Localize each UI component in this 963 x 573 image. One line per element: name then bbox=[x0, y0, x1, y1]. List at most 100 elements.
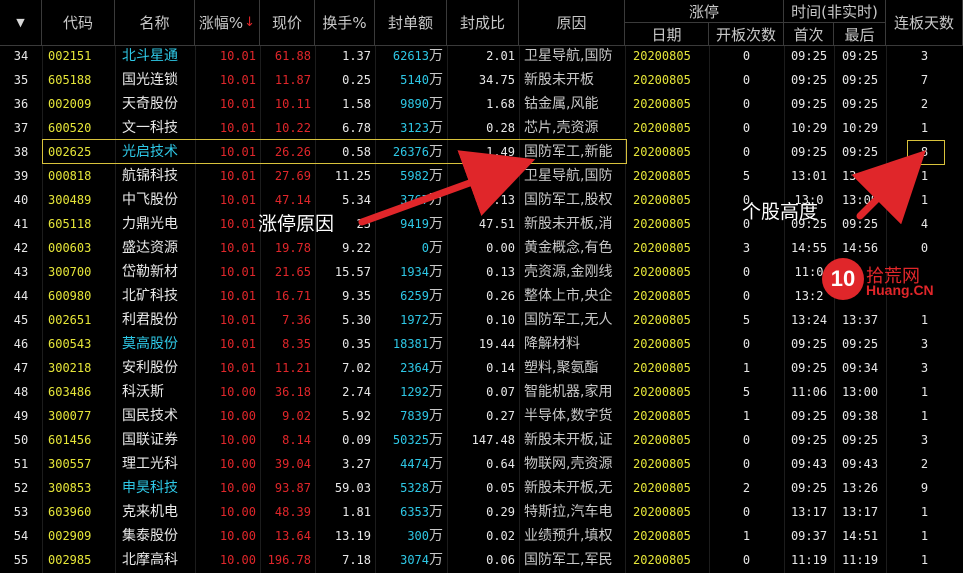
cell-last: 13:26 bbox=[841, 481, 879, 495]
header-first-time[interactable]: 首次 bbox=[784, 23, 834, 46]
cell-reason: 新股未开板,证 bbox=[524, 432, 613, 448]
table-row[interactable]: 39 000818 航锦科技 10.01 27.69 11.25 5982万 0.0 卫星导航,… bbox=[0, 164, 963, 188]
table-row[interactable]: 40 300489 中飞股份 10.01 47.14 5.34 3767万 0.13 国防军工,… bbox=[0, 188, 963, 212]
cell-pct: 10.01 bbox=[219, 121, 256, 135]
cell-idx: 37 bbox=[13, 121, 29, 135]
table-row[interactable]: 49 300077 国民技术 10.00 9.02 5.92 7839万 0.27 半导体,数字… bbox=[0, 404, 963, 428]
watermark-en-text: Huang.CN bbox=[866, 282, 934, 298]
cell-code: 300077 bbox=[48, 409, 92, 423]
table-row[interactable]: 48 603486 科沃斯 10.00 36.18 2.74 1292万 0.07 智能机器,家… bbox=[0, 380, 963, 404]
cell-pct: 10.01 bbox=[219, 217, 256, 231]
reason-annotation-label: 涨停原因 bbox=[258, 213, 335, 235]
cell-ratio: 0.05 bbox=[486, 481, 515, 495]
cell-last: 13:37 bbox=[841, 313, 879, 327]
table-row[interactable]: 47 300218 安利股份 10.01 11.21 7.02 2364万 0.14 塑料,聚氨… bbox=[0, 356, 963, 380]
header-code[interactable]: 代码 bbox=[42, 0, 115, 46]
cell-opens: 1 bbox=[742, 409, 751, 423]
cell-ratio: 0.00 bbox=[486, 241, 515, 255]
cell-last: 13:00 bbox=[841, 385, 879, 399]
header-name[interactable]: 名称 bbox=[115, 0, 195, 46]
table-row[interactable]: 34 002151 北斗星通 10.01 61.88 1.37 62613万 2.01 卫星导航… bbox=[0, 44, 963, 68]
table-row[interactable]: 50 601456 国联证券 10.00 8.14 0.09 50325万 147.48 新股未… bbox=[0, 428, 963, 452]
table-row[interactable]: 35 605188 国光连锁 10.01 11.87 0.25 5140万 34.75 新股未开… bbox=[0, 68, 963, 92]
cell-name: 航锦科技 bbox=[122, 168, 178, 184]
header-price[interactable]: 现价 bbox=[260, 0, 315, 46]
cell-date: 20200805 bbox=[633, 313, 691, 327]
cell-name: 北摩高科 bbox=[122, 552, 178, 568]
unit-wan: 万 bbox=[429, 552, 443, 568]
cell-opens: 0 bbox=[742, 265, 751, 279]
cell-opens: 0 bbox=[742, 49, 751, 63]
cell-seal: 5328万 bbox=[400, 480, 443, 496]
sort-desc-icon: ↓ bbox=[244, 15, 256, 30]
column-separator bbox=[834, 46, 835, 573]
cell-code: 300853 bbox=[48, 481, 92, 495]
header-turnover[interactable]: 换手% bbox=[315, 0, 375, 46]
cell-opens: 0 bbox=[742, 73, 751, 87]
cell-code: 601456 bbox=[48, 433, 92, 447]
cell-reason: 新股未开板,消 bbox=[524, 216, 613, 232]
table-row[interactable]: 53 603960 克来机电 10.00 48.39 1.81 6353万 0.29 特斯拉,汽… bbox=[0, 500, 963, 524]
table-row[interactable]: 42 000603 盛达资源 10.01 19.78 9.22 0万 0.00 黄金概念,有色 2… bbox=[0, 236, 963, 260]
header-pct-sorted[interactable]: 涨幅% ↓ bbox=[195, 0, 260, 46]
table-row[interactable]: 45 002651 利君股份 10.01 7.36 5.30 1972万 0.10 国防军工,无… bbox=[0, 308, 963, 332]
cell-ratio: 147.48 bbox=[471, 433, 515, 447]
cell-seal: 6353万 bbox=[400, 504, 443, 520]
cell-seal: 9890万 bbox=[400, 96, 443, 112]
unit-wan: 万 bbox=[429, 360, 443, 376]
cell-first: 09:25 bbox=[790, 49, 828, 63]
table-row[interactable]: 54 002909 集泰股份 10.00 13.64 13.19 300万 0.02 业绩预升,… bbox=[0, 524, 963, 548]
column-separator bbox=[375, 46, 376, 573]
cell-name: 集泰股份 bbox=[122, 528, 178, 544]
column-separator bbox=[709, 46, 710, 573]
cell-pct: 10.01 bbox=[219, 313, 256, 327]
cell-seal: 50325万 bbox=[392, 432, 443, 448]
table-row[interactable]: 37 600520 文一科技 10.01 10.22 6.78 3123万 0.28 芯片,壳资… bbox=[0, 116, 963, 140]
cell-ratio: 0.27 bbox=[486, 409, 515, 423]
header-seal-amount[interactable]: 封单额 bbox=[375, 0, 447, 46]
unit-wan: 万 bbox=[429, 288, 443, 304]
table-row[interactable]: 41 605118 力鼎光电 10.01 25 9419万 47.51 新股未开板,消 2020… bbox=[0, 212, 963, 236]
table-row[interactable]: 51 300557 理工光科 10.00 39.04 3.27 4474万 0.64 物联网,壳… bbox=[0, 452, 963, 476]
table-row[interactable]: 43 300700 岱勒新材 10.01 21.65 15.57 1934万 0.13 壳资源,… bbox=[0, 260, 963, 284]
cell-streak: 7 bbox=[920, 73, 929, 87]
header-limit-up-group[interactable]: 涨停 bbox=[625, 0, 784, 23]
cell-turnover: 7.18 bbox=[342, 553, 371, 567]
cell-code: 603960 bbox=[48, 505, 92, 519]
cell-reason: 卫星导航,国防 bbox=[524, 168, 613, 184]
cell-code: 000603 bbox=[48, 241, 92, 255]
header-streak[interactable]: 连板天数 bbox=[886, 0, 963, 46]
cell-seal: 6259万 bbox=[400, 288, 443, 304]
table-row[interactable]: 36 002009 天奇股份 10.01 10.11 1.58 9890万 1.68 钴金属,风… bbox=[0, 92, 963, 116]
cell-reason: 卫星导航,国防 bbox=[524, 48, 613, 64]
table-row[interactable]: 55 002985 北摩高科 10.00 196.78 7.18 3074万 0.06 国防军工… bbox=[0, 548, 963, 572]
cell-first: 11:19 bbox=[790, 553, 828, 567]
header-date[interactable]: 日期 bbox=[625, 23, 709, 46]
table-row[interactable]: 52 300853 申昊科技 10.00 93.87 59.03 5328万 0.05 新股未开… bbox=[0, 476, 963, 500]
header-seal-ratio[interactable]: 封成比 bbox=[447, 0, 519, 46]
column-menu-button[interactable]: ▼ bbox=[0, 0, 42, 46]
cell-idx: 44 bbox=[13, 289, 29, 303]
header-reason[interactable]: 原因 bbox=[519, 0, 625, 46]
cell-opens: 0 bbox=[742, 145, 751, 159]
header-open-count[interactable]: 开板次数 bbox=[709, 23, 784, 46]
cell-ratio: 0.13 bbox=[486, 193, 515, 207]
header-time-group[interactable]: 时间(非实时) bbox=[784, 0, 886, 23]
streak-highlight-box bbox=[907, 140, 945, 165]
cell-date: 20200805 bbox=[633, 505, 691, 519]
cell-code: 300700 bbox=[48, 265, 92, 279]
cell-seal: 1934万 bbox=[400, 264, 443, 280]
cell-turnover: 5.92 bbox=[342, 409, 371, 423]
table-row[interactable]: 46 600543 莫高股份 10.01 8.35 0.35 18381万 19.44 降解材料… bbox=[0, 332, 963, 356]
cell-ratio: 19.44 bbox=[478, 337, 515, 351]
cell-name: 北矿科技 bbox=[122, 288, 178, 304]
cell-reason: 钴金属,风能 bbox=[524, 96, 599, 112]
unit-wan: 万 bbox=[429, 192, 443, 208]
header-last-time[interactable]: 最后 bbox=[834, 23, 886, 46]
table-row[interactable]: 44 600980 北矿科技 10.01 16.71 9.35 6259万 0.26 整体上市,… bbox=[0, 284, 963, 308]
unit-wan: 万 bbox=[429, 264, 443, 280]
cell-turnover: 2.74 bbox=[342, 385, 371, 399]
cell-code: 600543 bbox=[48, 337, 92, 351]
cell-ratio: 34.75 bbox=[478, 73, 515, 87]
cell-idx: 43 bbox=[13, 265, 29, 279]
